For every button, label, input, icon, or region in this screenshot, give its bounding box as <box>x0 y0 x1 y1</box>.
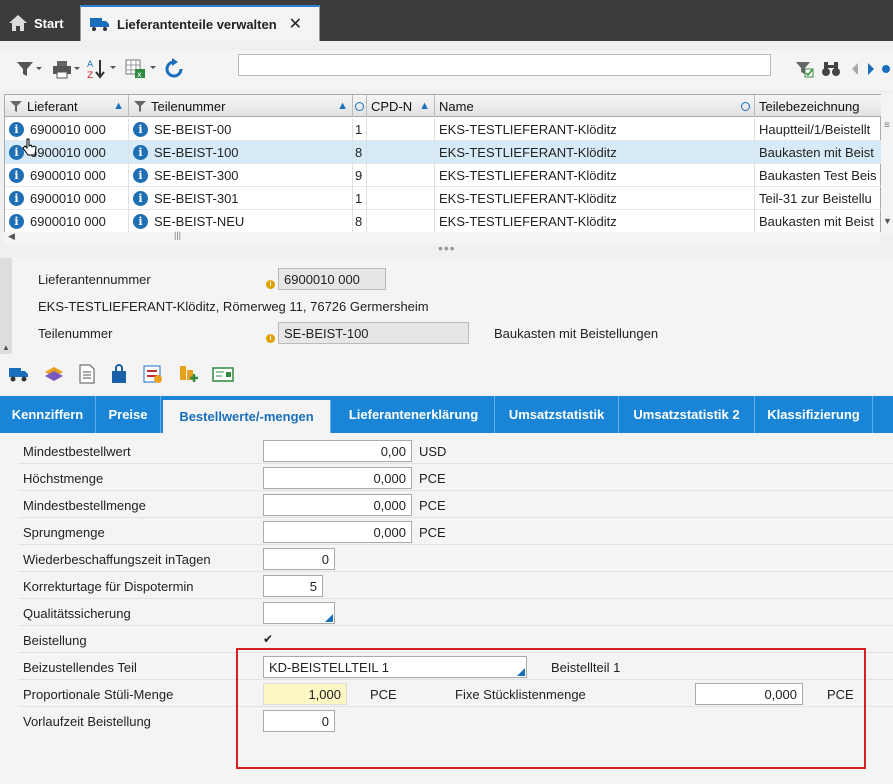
mindestbestellmenge-input[interactable]: 0,000 <box>263 494 412 516</box>
beistellung-checkbox[interactable]: ✔ <box>263 632 273 646</box>
table-row[interactable]: i 6900010 000 i SE-BEIST-300 9 EKS-TESTLIE… <box>5 164 882 187</box>
binoculars-icon[interactable] <box>820 56 842 82</box>
add-part-icon[interactable] <box>177 364 199 384</box>
sort-icon[interactable]: AZ <box>86 56 118 82</box>
info-icon[interactable]: i <box>133 122 148 137</box>
tab-lieferantenerklaerung[interactable]: Lieferantenerklärung <box>333 396 495 433</box>
close-icon[interactable]: ✕ <box>289 14 302 34</box>
column-header-n[interactable] <box>353 95 367 117</box>
splitter[interactable]: ••• <box>0 240 893 256</box>
detail-panel: ▲ Lieferantennummer i 6900010 000 EKS-TE… <box>0 258 893 394</box>
info-icon[interactable]: i <box>266 328 275 343</box>
sort-asc-icon[interactable]: ▲ <box>113 100 124 112</box>
sort-asc-icon[interactable]: ▲ <box>419 100 430 112</box>
dropdown-corner-icon <box>325 614 333 622</box>
column-header-name[interactable]: Name <box>435 95 755 117</box>
tab-umsatzstatistik-2[interactable]: Umsatzstatistik 2 <box>619 396 755 433</box>
sort-asc-icon[interactable]: ▲ <box>337 100 348 112</box>
tab-start-label: Start <box>34 15 64 31</box>
info-icon[interactable]: i <box>133 168 148 183</box>
tab-kennziffern[interactable]: Kennziffern <box>0 396 96 433</box>
qualitaetssicherung-select[interactable] <box>263 602 335 624</box>
table-row-selected[interactable]: i 6900010 000 i SE-BEIST-100 8 EKS-TESTLIE… <box>5 138 882 164</box>
dot-icon <box>880 56 892 82</box>
action-icon-bar <box>8 364 234 384</box>
lieferantennummer-label: Lieferantennummer <box>38 272 151 287</box>
table-row[interactable]: i 6900010 000 i SE-BEIST-00 1 EKS-TESTLIEF… <box>5 118 882 141</box>
window-tabbar: Start Lieferantenteile verwalten ✕ <box>0 0 893 41</box>
column-header-cpd[interactable]: CPD-N ▲ <box>367 95 435 117</box>
print-icon[interactable] <box>50 56 82 82</box>
circle-icon <box>355 101 364 111</box>
info-icon[interactable]: i <box>9 122 24 137</box>
refresh-icon[interactable] <box>160 56 188 82</box>
truck-icon <box>90 18 109 31</box>
tab-preise[interactable]: Preise <box>96 396 161 433</box>
lieferantennummer-field[interactable]: 6900010 000 <box>278 268 386 290</box>
document-icon[interactable] <box>78 364 96 384</box>
form-row-wbz: Wiederbeschaffungszeit inTagen 0 <box>18 545 893 572</box>
tab-active-label: Lieferantenteile verwalten <box>117 16 277 32</box>
teilenummer-label: Teilenummer <box>38 326 113 341</box>
column-header-teilebezeichnung[interactable]: Teilebezeichnung <box>755 95 882 117</box>
column-header-lieferant[interactable]: Lieferant ▲ <box>5 95 129 117</box>
filter-icon[interactable] <box>14 56 44 82</box>
vertical-scrollbar[interactable]: ≡ ▼ <box>881 94 893 234</box>
filter-icon[interactable] <box>133 99 147 113</box>
form-row-korrekturtage: Korrekturtage für Dispotermin 5 <box>18 572 893 599</box>
filter-icon[interactable] <box>9 99 23 113</box>
info-icon[interactable]: i <box>9 191 24 206</box>
korrekturtage-input[interactable]: 5 <box>263 575 323 597</box>
svg-text:A: A <box>87 60 94 70</box>
tab-klassifizierung[interactable]: Klassifizierung <box>755 396 873 433</box>
form-row-qualitaetssicherung: Qualitätssicherung <box>18 599 893 626</box>
form-row-sprungmenge: Sprungmenge 0,000 PCE <box>18 518 893 545</box>
wbz-input[interactable]: 0 <box>263 548 335 570</box>
column-header-teilenummer[interactable]: Teilenummer ▲ <box>129 95 353 117</box>
truck-icon[interactable] <box>8 364 30 384</box>
tab-umsatzstatistik[interactable]: Umsatzstatistik <box>495 396 619 433</box>
teil-description: Baukasten mit Beistellungen <box>494 326 659 341</box>
circle-icon <box>741 101 750 111</box>
tab-lieferantenteile[interactable]: Lieferantenteile verwalten ✕ <box>80 5 320 41</box>
arrow-left-icon[interactable] <box>848 56 862 82</box>
shopping-bag-icon[interactable] <box>109 364 129 384</box>
svg-text:x: x <box>137 70 142 79</box>
info-icon[interactable]: i <box>266 274 275 289</box>
info-icon[interactable]: i <box>9 168 24 183</box>
parts-stack-icon[interactable] <box>43 364 65 384</box>
form-row-mindestbestellwert: Mindestbestellwert 0,00 USD <box>18 437 893 464</box>
info-icon[interactable]: i <box>133 214 148 229</box>
form-row-mindestbestellmenge: Mindestbestellmenge 0,000 PCE <box>18 491 893 518</box>
card-icon[interactable] <box>212 364 234 384</box>
hand-cursor-icon <box>22 138 37 156</box>
table-row[interactable]: i 6900010 000 i SE-BEIST-NEU 8 EKS-TESTLIE… <box>5 210 882 233</box>
hoechstmenge-input[interactable]: 0,000 <box>263 467 412 489</box>
parts-table: Lieferant ▲ Teilenummer ▲ CPD-N ▲ Name T… <box>4 94 882 234</box>
side-scrollbar[interactable]: ▲ <box>0 258 12 354</box>
home-icon <box>9 15 27 31</box>
arrow-right-icon[interactable] <box>865 56 877 82</box>
teilenummer-field[interactable]: SE-BEIST-100 <box>278 322 469 344</box>
section-tabs: Kennziffern Preise Bestellwerte/-mengen … <box>0 396 893 433</box>
calculation-icon[interactable] <box>142 364 164 384</box>
highlight-box <box>236 648 866 769</box>
address-text: EKS-TESTLIEFERANT-Klöditz, Römerweg 11, … <box>38 299 429 314</box>
table-header: Lieferant ▲ Teilenummer ▲ CPD-N ▲ Name T… <box>5 95 882 117</box>
svg-text:Z: Z <box>87 71 93 80</box>
excel-export-icon[interactable]: x <box>124 56 158 82</box>
info-icon[interactable]: i <box>133 145 148 160</box>
table-row[interactable]: i 6900010 000 i SE-BEIST-301 1 EKS-TESTLIE… <box>5 187 882 210</box>
tab-start[interactable]: Start <box>0 5 75 41</box>
info-icon[interactable]: i <box>9 214 24 229</box>
toolbar: AZ x <box>0 50 893 90</box>
sprungmenge-input[interactable]: 0,000 <box>263 521 412 543</box>
tab-bestellwerte[interactable]: Bestellwerte/-mengen <box>163 400 331 433</box>
search-input[interactable] <box>238 54 771 76</box>
form-row-hoechstmenge: Höchstmenge 0,000 PCE <box>18 464 893 491</box>
info-icon[interactable]: i <box>133 191 148 206</box>
mindestbestellwert-input[interactable]: 0,00 <box>263 440 412 462</box>
filter-check-icon[interactable] <box>794 56 816 82</box>
